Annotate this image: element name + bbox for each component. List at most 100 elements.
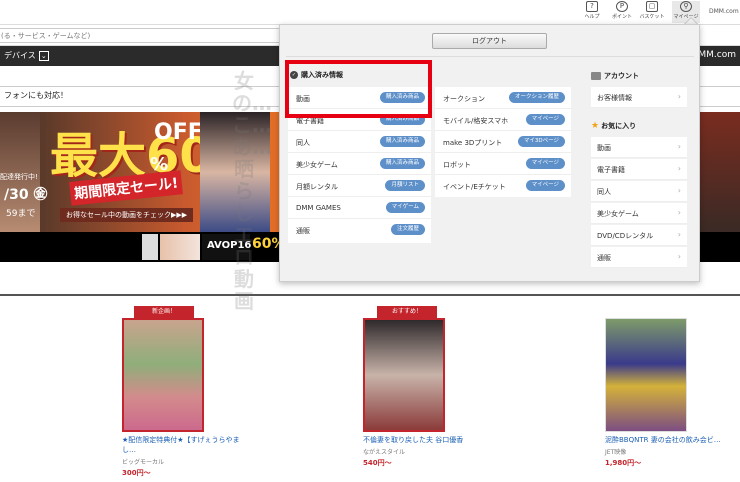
product-card[interactable]: 泥酔BBQNTR 妻の会社の飲み会ビ… JET映像 1,980円〜 [605,306,725,468]
account-info-link[interactable]: お客様情報 › [591,87,687,108]
account-title: アカウント [604,72,639,80]
service-label: イベント/Eチケット [443,183,506,191]
help-icon: ? [586,1,598,12]
favorite-label: DVD/CDレンタル [597,232,654,240]
chevron-right-icon: › [677,92,681,101]
my-games-button[interactable]: マイゲーム [385,202,425,213]
product-badge: おすすめ！ [377,306,437,318]
purchase-label: 美少女ゲーム [296,161,338,169]
service-row: オークション オークション履歴 [435,87,571,109]
account-heading: アカウント [591,71,639,81]
product-image[interactable] [605,318,687,432]
favorite-link[interactable]: 通販 › [591,247,687,268]
help-button[interactable]: ? ヘルプ [578,1,606,23]
points-button[interactable]: P ポイント [608,1,636,23]
basket-label: バスケット [639,14,665,20]
banner-left-notice: 配達発行中! [0,173,38,181]
banner-image-right [700,112,740,232]
purchase-label: DMM GAMES [296,204,341,212]
purchased-items-button[interactable]: 購入済み商品 [379,136,425,147]
top-bar: ? ヘルプ P ポイント ▢ バスケット ⚲ マイページ DMM.com [0,0,740,24]
thumbnail[interactable] [142,234,158,260]
divider [286,56,694,57]
id-card-icon [591,72,601,80]
favorite-label: 美少女ゲーム [597,210,639,218]
favorites-title: お気に入り [601,122,637,130]
product-maker[interactable]: JET映像 [605,447,725,456]
devices-dropdown[interactable]: デバイス ⌄ [4,49,49,63]
favorites-heading: ★ お気に入り [591,121,636,131]
product-card[interactable]: 新企画！ ★配信限定特典付★【すげぇうらやまし… ビッグモーカル 300円〜 [122,306,242,478]
banner-subtext: お得なセール中の動画をチェック▶▶▶ [60,208,194,222]
service-row: make 3Dプリント マイ3Dページ [435,131,571,153]
product-title[interactable]: 不倫妻を取り戻した夫 谷口優香 [363,435,483,445]
mypage-button[interactable]: ⚲ マイページ [672,1,700,23]
points-icon: P [616,1,628,12]
star-icon: ★ [591,121,600,131]
favorite-link[interactable]: 同人 › [591,181,687,202]
service-label: make 3Dプリント [443,139,503,147]
highlight-box [285,60,432,118]
favorite-link[interactable]: 美少女ゲーム › [591,203,687,224]
service-row: ロボット マイページ [435,153,571,175]
monthly-list-button[interactable]: 月額リスト [385,180,425,191]
my-3d-page-button[interactable]: マイ3Dページ [517,136,565,147]
product-title[interactable]: ★配信限定特典付★【すげぇうらやまし… [122,435,242,455]
chevron-right-icon: › [677,208,681,217]
product-title[interactable]: 泥酔BBQNTR 妻の会社の飲み会ビ… [605,435,725,445]
mypage-label: マイページ [673,14,699,20]
help-label: ヘルプ [584,14,600,20]
purchase-row-rental: 月額レンタル 月額リスト [288,175,431,197]
chevron-down-icon: ⌄ [38,50,49,61]
purchase-row-mailorder: 通販 注文履歴 [288,219,431,241]
search-input[interactable] [0,28,298,43]
purchase-label: 月額レンタル [296,183,338,191]
product-image[interactable] [122,318,204,432]
favorite-label: 同人 [597,188,611,196]
product-price: 540円〜 [363,459,392,467]
product-card[interactable]: おすすめ！ 不倫妻を取り戻した夫 谷口優香 ながえスタイル 540円〜 [363,306,483,468]
product-maker[interactable]: ながえスタイル [363,447,483,456]
purchase-row-games: DMM GAMES マイゲーム [288,197,431,219]
banner-left-time: 59まで [6,209,36,219]
chevron-right-icon: › [677,142,681,151]
thumbnail[interactable] [160,234,200,260]
order-history-button[interactable]: 注文履歴 [390,224,425,235]
favorite-label: 電子書籍 [597,166,625,174]
user-icon: ⚲ [680,1,692,12]
account-item-label: お客様情報 [597,94,632,102]
purchase-row-doujin: 同人 購入済み商品 [288,131,431,153]
product-price: 1,980円〜 [605,459,642,467]
service-label: オークション [443,95,485,103]
product-maker[interactable]: ビッグモーカル [122,457,242,466]
mypage-button[interactable]: マイページ [525,158,565,169]
product-price: 300円〜 [122,469,151,477]
service-label: ロボット [443,161,471,169]
product-image[interactable] [363,318,445,432]
favorite-label: 動画 [597,144,611,152]
chevron-right-icon: › [677,186,681,195]
favorite-link[interactable]: 動画 › [591,137,687,158]
services-list: オークション オークション履歴 モバイル/格安スマホ マイページ make 3Dプリ… [435,87,571,197]
purchase-label: 通販 [296,227,310,235]
service-label: モバイル/格安スマホ [443,117,509,125]
site-domain: DMM.com [709,8,739,15]
favorite-link[interactable]: DVD/CDレンタル › [591,225,687,246]
banner-off: OFF [154,120,203,145]
mypage-button[interactable]: マイページ [525,180,565,191]
favorite-link[interactable]: 電子書籍 › [591,159,687,180]
chevron-right-icon: › [677,230,681,239]
points-label: ポイント [611,14,632,20]
smartphone-notice: フォンにも対応！ [4,91,68,100]
section-divider [0,294,740,296]
mypage-button[interactable]: マイページ [525,114,565,125]
account-column: アカウント お客様情報 › ★ お気に入り 動画 › 電子書籍 › 同人 › 美少女ゲーム… [591,65,687,270]
cart-icon: ▢ [646,1,658,12]
chevron-right-icon: › [677,252,681,261]
basket-button[interactable]: ▢ バスケット [638,1,666,23]
auction-history-button[interactable]: オークション履歴 [508,92,565,103]
product-badge: 新企画！ [134,306,194,318]
logout-button[interactable]: ログアウト [432,33,547,49]
banner-left-date: /30 ㊎ [4,187,48,203]
purchased-items-button[interactable]: 購入済み商品 [379,158,425,169]
